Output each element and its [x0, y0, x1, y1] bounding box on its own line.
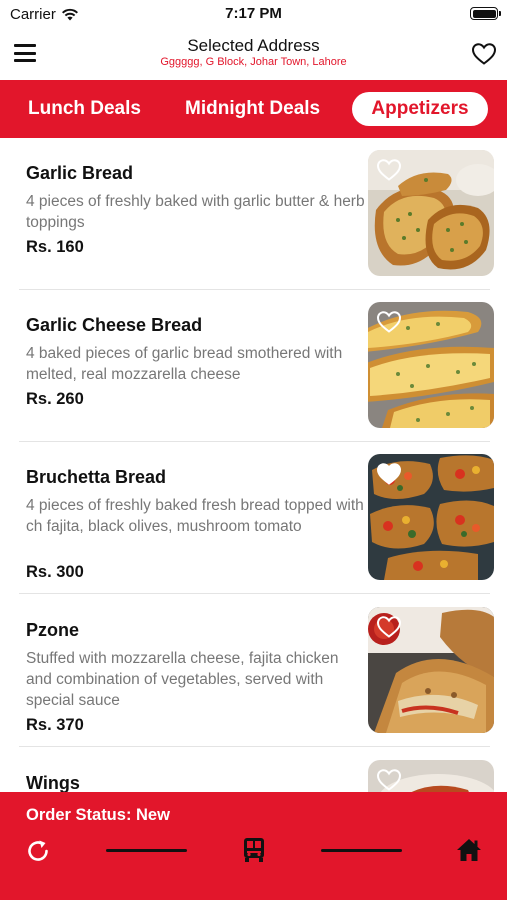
item-divider [19, 593, 490, 594]
tab-midnight-deals[interactable]: Midnight Deals [185, 92, 320, 126]
item-name: Pzone [26, 620, 80, 640]
item-name: Bruchetta Bread [26, 467, 167, 487]
item-name: Wings [26, 773, 80, 792]
category-tabs: Lunch Deals Midnight Deals Appetizers [0, 80, 507, 138]
tab-lunch-deals[interactable]: Lunch Deals [28, 92, 141, 126]
item-price: Rs. 160 [26, 238, 84, 256]
battery-icon [470, 7, 501, 20]
bus-icon[interactable] [242, 837, 266, 863]
favorite-heart-icon[interactable] [376, 310, 402, 334]
order-status-bar: Order Status: New [0, 792, 507, 900]
item-price: Rs. 260 [26, 390, 84, 408]
item-name: Garlic Bread [26, 163, 134, 183]
item-price: Rs. 300 [26, 563, 84, 581]
item-description: 4 baked pieces of garlic bread smothered… [26, 345, 343, 383]
item-description: Stuffed with mozzarella cheese, fajita c… [26, 650, 339, 709]
favorite-heart-icon[interactable] [376, 462, 402, 486]
menu-item-garlic-bread[interactable]: Garlic Bread 4 pieces of freshly baked w… [19, 138, 494, 290]
order-status-label: Order Status: New [26, 806, 170, 824]
item-name: Garlic Cheese Bread [26, 315, 203, 335]
favorites-heart-icon[interactable] [471, 42, 497, 66]
status-bar: Carrier 7:17 PM [0, 0, 507, 28]
tab-appetizers[interactable]: Appetizers [352, 92, 488, 126]
menu-list[interactable]: Garlic Bread 4 pieces of freshly baked w… [0, 138, 507, 792]
item-description: 4 pieces of freshly baked with garlic bu… [26, 193, 365, 231]
menu-item-garlic-cheese-bread[interactable]: Garlic Cheese Bread 4 baked pieces of ga… [19, 290, 494, 442]
page-title: Selected Address [187, 36, 320, 55]
header: Selected Address Gggggg, G Block, Johar … [0, 28, 507, 80]
menu-item-pzone[interactable]: Pzone Stuffed with mozzarella cheese, fa… [19, 595, 494, 747]
item-description: 4 pieces of freshly baked fresh bread to… [26, 497, 364, 535]
selected-address[interactable]: Gggggg, G Block, Johar Town, Lahore [0, 56, 507, 68]
refresh-icon[interactable] [25, 838, 51, 864]
progress-line-right [321, 849, 402, 852]
favorite-heart-icon[interactable] [376, 768, 402, 792]
favorite-heart-icon[interactable] [376, 615, 402, 639]
menu-item-wings[interactable]: Wings [19, 748, 494, 792]
menu-item-bruchetta-bread[interactable]: Bruchetta Bread 4 pieces of freshly bake… [19, 442, 494, 594]
clock: 7:17 PM [225, 5, 282, 22]
item-price: Rs. 370 [26, 716, 84, 734]
home-icon[interactable] [456, 838, 482, 862]
item-divider [19, 746, 490, 747]
progress-line-left [106, 849, 187, 852]
favorite-heart-icon[interactable] [376, 158, 402, 182]
